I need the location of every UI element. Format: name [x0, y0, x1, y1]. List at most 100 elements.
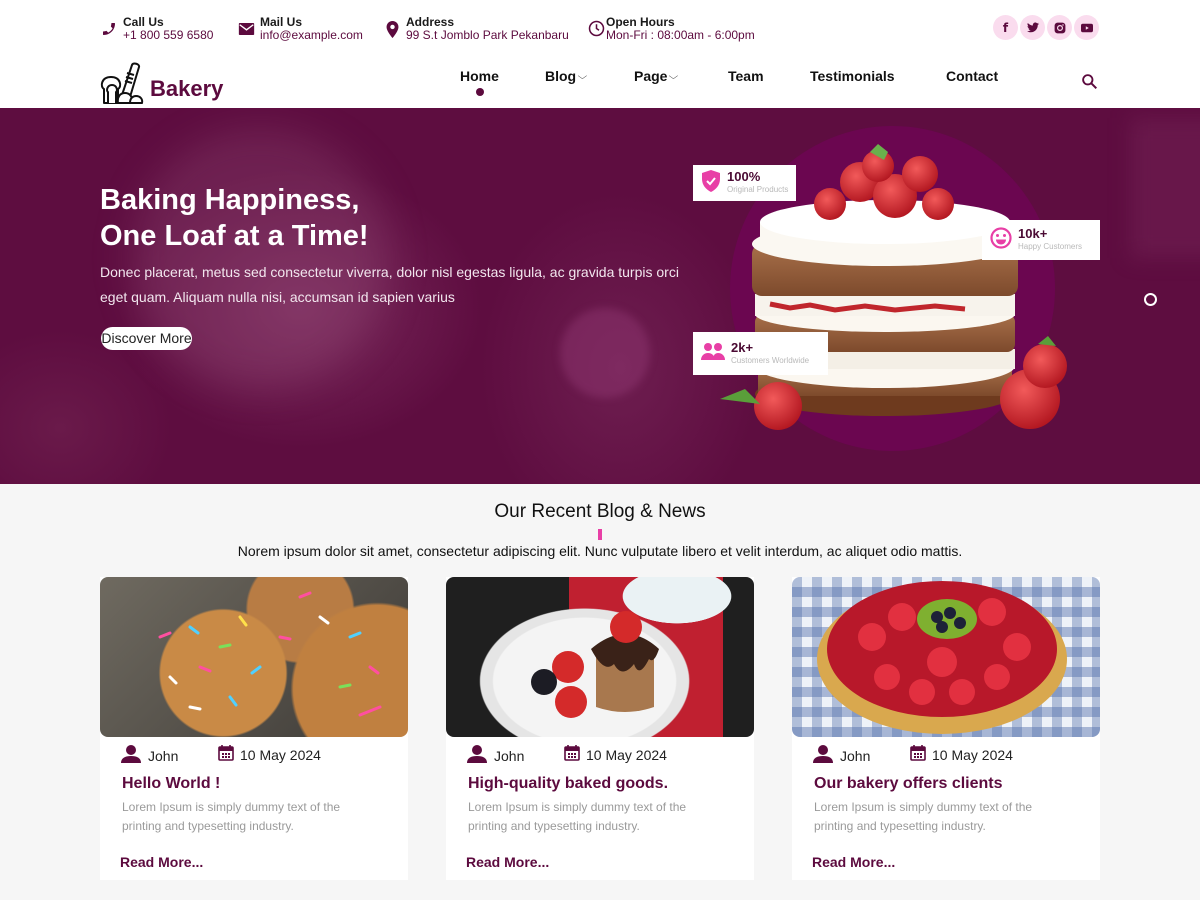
tart-decoration [817, 581, 1067, 734]
hero-title-line: One Loaf at a Time! [100, 220, 369, 252]
instagram-icon[interactable] [1047, 15, 1072, 40]
shield-check-icon [701, 169, 721, 197]
post-title[interactable]: Our bakery offers clients [814, 775, 1003, 793]
post-author[interactable]: John [466, 745, 524, 766]
blog-image-sprinkle-muffins[interactable] [100, 577, 408, 737]
blog-section-subtitle: Norem ipsum dolor sit amet, consectetur … [237, 543, 963, 559]
nav-item-team[interactable]: Team [728, 68, 764, 84]
hero-background-blur [1130, 118, 1200, 258]
phone-number[interactable]: +1 800 559 6580 [123, 29, 213, 42]
chevron-down-icon: ⌵ [669, 70, 679, 81]
mail-icon [237, 20, 255, 38]
blog-card: John 10 May 2024 Hello World ! Lorem Ips… [100, 577, 408, 880]
mail-us-info[interactable]: Mail Us info@example.com [237, 16, 363, 42]
social-links: f [993, 15, 1099, 40]
address-text: 99 S.t Jomblo Park Pekanbaru [406, 28, 569, 42]
open-hours-text: Mon-Fri : 08:00am - 6:00pm [606, 28, 755, 42]
chevron-down-icon: ⌵ [577, 70, 588, 81]
email-address[interactable]: info@example.com [260, 29, 363, 42]
nav-label: Home [460, 68, 499, 84]
user-icon [812, 745, 834, 766]
twitter-icon[interactable] [1020, 15, 1045, 40]
blog-section-title: Our Recent Blog & News [494, 501, 706, 522]
nav-label: Testimonials [810, 68, 895, 84]
read-more-link[interactable]: Read More... [120, 854, 203, 870]
stat-card-happy-customers: 10k+ Happy Customers [982, 220, 1100, 260]
blog-meta: John 10 May 2024 [120, 745, 400, 765]
active-nav-indicator [476, 88, 484, 96]
date-text: 10 May 2024 [586, 746, 667, 763]
date-text: 10 May 2024 [932, 746, 1013, 763]
calendar-icon [910, 745, 926, 764]
author-name: John [494, 747, 525, 764]
read-more-link[interactable]: Read More... [812, 854, 895, 870]
nav-item-page[interactable]: Page ⌵ [634, 68, 679, 84]
nav-label: Team [728, 68, 764, 84]
nav-label: Contact [946, 68, 999, 84]
phone-icon [100, 20, 118, 38]
hero-title: Baking Happiness, One Loaf at a Time! [100, 182, 369, 254]
read-more-link[interactable]: Read More... [466, 854, 549, 870]
blog-meta: John 10 May 2024 [812, 745, 1092, 765]
post-title[interactable]: Hello World ! [122, 775, 220, 793]
nav-item-home[interactable]: Home [460, 68, 499, 84]
blog-card: John 10 May 2024 Our bakery offers clien… [792, 577, 1100, 880]
nav-item-testimonials[interactable]: Testimonials [810, 68, 895, 84]
hero-title-line: Baking Happiness, [100, 184, 360, 216]
calendar-icon [564, 745, 580, 764]
call-us-info[interactable]: Call Us +1 800 559 6580 [100, 16, 213, 42]
post-date: 10 May 2024 [564, 745, 667, 764]
stat-label: Happy Customers [1018, 242, 1083, 251]
author-name: John [148, 747, 179, 764]
nav-label: Page [634, 68, 668, 84]
stat-label: Customers Worldwide [731, 355, 810, 365]
brand-name: Bakery [150, 75, 224, 101]
open-hours-info: Open Hours Mon-Fri : 08:00am - 6:00pm [587, 16, 755, 42]
stat-value: 2k+ [731, 339, 754, 355]
hero-description: Donec placerat, metus sed consectetur vi… [100, 264, 679, 305]
slider-pagination-dot[interactable] [1144, 293, 1157, 306]
blog-meta: John 10 May 2024 [466, 745, 746, 765]
blog-image-chocolate-muffin[interactable] [446, 577, 754, 737]
clock-icon [587, 19, 605, 37]
blog-card: John 10 May 2024 High-quality baked good… [446, 577, 754, 880]
calendar-icon [218, 745, 234, 764]
author-name: John [840, 747, 871, 764]
user-icon [120, 745, 142, 766]
post-excerpt: Lorem Ipsum is simply dummy text of the … [814, 800, 1033, 833]
muffin-decoration [531, 611, 659, 718]
title-accent-bar [598, 529, 602, 540]
stat-card-original-products: 100% Original Products [693, 165, 797, 201]
stat-value: 10k+ [1018, 226, 1048, 241]
post-date: 10 May 2024 [218, 745, 321, 764]
sprinkles-decoration [158, 591, 382, 717]
facebook-icon[interactable]: f [993, 15, 1018, 40]
smiley-icon [990, 226, 1012, 254]
discover-more-button[interactable]: Discover More [101, 327, 192, 350]
stat-value: 100% [727, 169, 761, 184]
main-navbar: Bakery Home Blog ⌵ Page ⌵ Team Testimonial… [0, 52, 1200, 108]
stat-card-customers-worldwide: 2k+ Customers Worldwide [693, 332, 828, 375]
location-pin-icon [383, 20, 401, 38]
nav-label: Blog [545, 68, 577, 84]
post-author[interactable]: John [120, 745, 178, 766]
date-text: 10 May 2024 [240, 746, 321, 763]
search-icon[interactable] [1081, 73, 1098, 95]
blog-image-fruit-tart[interactable] [792, 577, 1100, 737]
stat-label: Original Products [727, 185, 789, 194]
post-date: 10 May 2024 [910, 745, 1013, 764]
post-excerpt: Lorem Ipsum is simply dummy text of the … [122, 800, 341, 833]
top-info-bar: Call Us +1 800 559 6580 Mail Us info@exa… [0, 0, 1200, 52]
hero-background-blur [560, 308, 650, 398]
nav-item-contact[interactable]: Contact [946, 68, 998, 84]
post-author[interactable]: John [812, 745, 870, 766]
hero-banner: Baking Happiness, One Loaf at a Time! Do… [0, 108, 1200, 484]
brand-logo[interactable]: Bakery [100, 59, 223, 110]
bread-logo-icon [100, 59, 146, 110]
post-title[interactable]: High-quality baked goods. [468, 775, 668, 793]
user-icon [466, 745, 488, 766]
youtube-icon[interactable] [1074, 15, 1099, 40]
post-excerpt: Lorem Ipsum is simply dummy text of the … [468, 800, 687, 833]
users-icon [701, 342, 725, 365]
nav-item-blog[interactable]: Blog ⌵ [545, 68, 588, 84]
